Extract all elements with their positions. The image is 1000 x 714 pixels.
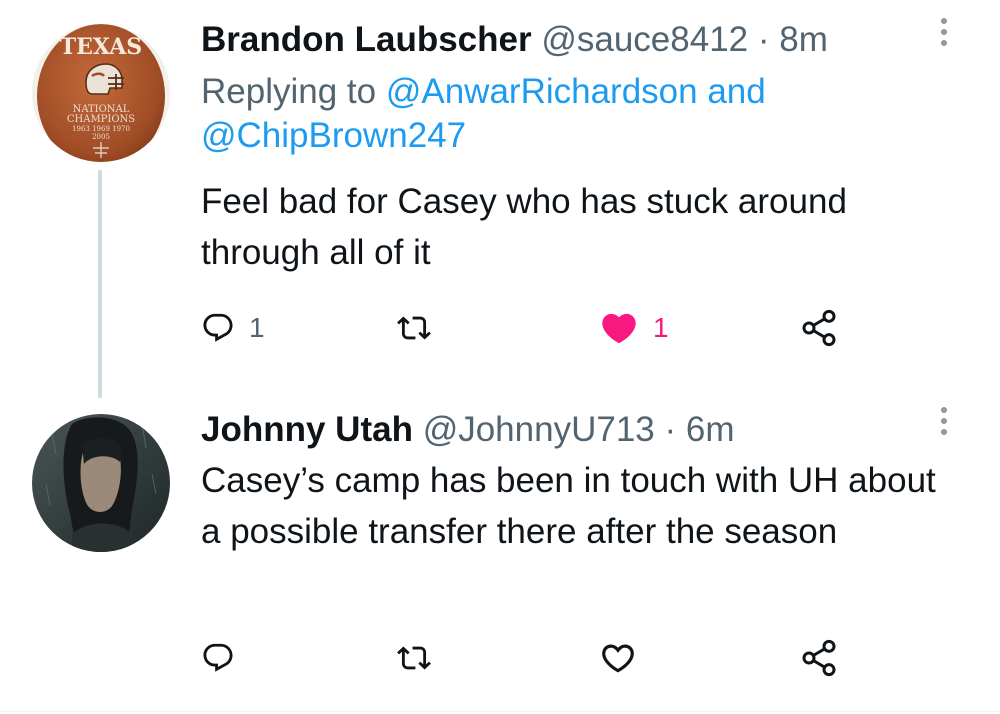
share-icon xyxy=(802,309,836,347)
display-name[interactable]: Johnny Utah xyxy=(201,410,413,449)
avatar[interactable]: TEXAS NATIONAL CHAMPIONS 1963 1969 1970 … xyxy=(32,24,170,162)
reply-icon xyxy=(203,643,233,672)
like-button[interactable] xyxy=(599,636,637,680)
reply-icon xyxy=(203,313,233,342)
user-handle[interactable]: @JohnnyU713 xyxy=(423,410,655,449)
mention-link[interactable]: @ChipBrown247 xyxy=(201,116,466,155)
retweet-button[interactable] xyxy=(397,306,431,350)
person-in-rain-avatar xyxy=(32,414,170,552)
tweet-actions: 1 1 xyxy=(201,306,861,350)
retweet-icon xyxy=(397,316,431,340)
tweet-header: Brandon Laubscher @sauce8412 · 8m xyxy=(201,22,828,57)
tweet-text: Casey’s camp has been in touch with UH a… xyxy=(201,461,936,551)
reply-button[interactable]: 1 xyxy=(201,306,265,350)
replying-to: Replying to @AnwarRichardson and @ChipBro… xyxy=(201,70,901,158)
heart-icon xyxy=(602,313,636,344)
retweet-icon xyxy=(397,646,431,670)
replying-and-label: and xyxy=(697,72,766,111)
avatar-line2: CHAMPIONS xyxy=(67,114,135,125)
tweet-header: Johnny Utah @JohnnyU713 · 6m xyxy=(201,412,735,447)
retweet-button[interactable] xyxy=(397,636,431,680)
reply-count: 1 xyxy=(249,312,265,343)
avatar[interactable] xyxy=(32,414,170,552)
like-count: 1 xyxy=(653,312,669,343)
user-handle[interactable]: @sauce8412 xyxy=(541,20,748,59)
like-button[interactable]: 1 xyxy=(599,306,669,350)
timestamp[interactable]: 6m xyxy=(686,410,735,449)
avatar-line4: 2005 xyxy=(92,133,110,141)
tweet-actions xyxy=(201,636,861,680)
reply-button[interactable] xyxy=(201,636,235,680)
replying-to-label: Replying to xyxy=(201,72,386,111)
thread-connector-line xyxy=(98,170,102,398)
share-button[interactable] xyxy=(799,636,839,680)
share-button[interactable] xyxy=(799,306,839,350)
more-options-icon[interactable] xyxy=(936,18,952,46)
avatar-line3: 1963 1969 1970 xyxy=(72,125,130,133)
more-options-icon[interactable] xyxy=(936,407,952,435)
mention-link[interactable]: @AnwarRichardson xyxy=(386,72,698,111)
display-name[interactable]: Brandon Laubscher xyxy=(201,20,532,59)
divider xyxy=(0,711,1000,712)
heart-icon xyxy=(602,644,634,673)
separator-dot: · xyxy=(757,20,770,59)
timestamp[interactable]: 8m xyxy=(779,20,828,59)
texas-longhorns-football-avatar: TEXAS NATIONAL CHAMPIONS 1963 1969 1970 … xyxy=(32,24,170,162)
separator-dot: · xyxy=(664,410,677,449)
tweet-text: Feel bad for Casey who has stuck around … xyxy=(201,182,847,272)
avatar-texas-word: TEXAS xyxy=(60,34,142,60)
share-icon xyxy=(802,639,836,677)
